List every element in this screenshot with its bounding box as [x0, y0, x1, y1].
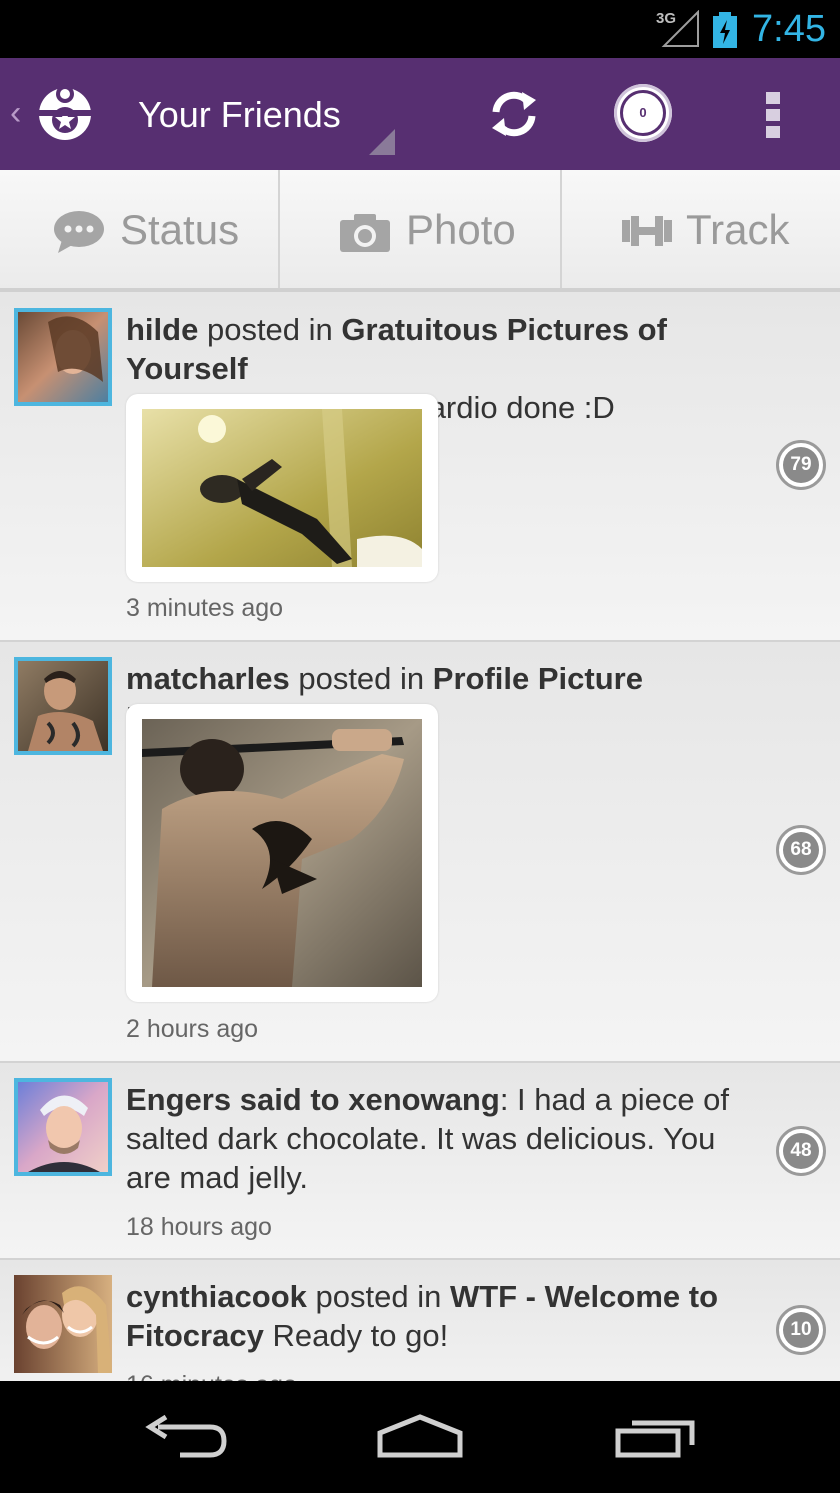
username-link[interactable]: Engers said to xenowang	[126, 1082, 500, 1117]
post-message: Ready to go!	[263, 1318, 449, 1353]
avatar[interactable]	[14, 308, 112, 406]
dropdown-triangle-icon[interactable]	[367, 127, 397, 157]
username-link[interactable]: matcharles	[126, 661, 290, 696]
tab-status[interactable]: Status	[0, 170, 278, 288]
timestamp: 16 minutes ago	[126, 1371, 297, 1381]
refresh-button[interactable]	[486, 86, 542, 142]
home-button[interactable]	[374, 1411, 466, 1461]
back-button[interactable]	[140, 1411, 230, 1461]
tab-track[interactable]: Track	[562, 170, 840, 288]
action-bar: ‹ Your Friends 0	[0, 58, 840, 170]
score-value: 48	[783, 1133, 819, 1169]
tab-track-label: Track	[686, 206, 790, 253]
tab-photo-label: Photo	[406, 206, 516, 253]
home-icon	[377, 1414, 463, 1458]
notification-count: 0	[620, 90, 666, 136]
score-badge[interactable]: 48	[776, 1126, 826, 1176]
feed-item[interactable]: Engers said to xenowang: I had a piece o…	[0, 1063, 840, 1260]
chat-bubble-icon	[54, 211, 104, 253]
page-title[interactable]: Your Friends	[138, 94, 341, 136]
feed-item[interactable]: cynthiacook posted in WTF - Welcome to F…	[0, 1260, 840, 1381]
tab-status-label: Status	[120, 206, 240, 253]
dumbbell-icon	[622, 216, 672, 246]
timestamp: 18 hours ago	[126, 1213, 272, 1241]
username-link[interactable]: hilde	[126, 312, 198, 347]
overflow-menu-icon[interactable]	[766, 92, 782, 140]
notification-badge[interactable]: 0	[614, 84, 672, 142]
post-text: cynthiacook posted in WTF - Welcome to F…	[126, 1277, 756, 1355]
score-badge[interactable]: 79	[776, 440, 826, 490]
refresh-icon	[492, 91, 536, 137]
score-value: 68	[783, 832, 819, 868]
activity-feed[interactable]: hilde posted in Gratuitous Pictures of Y…	[0, 292, 840, 1381]
timestamp: 3 minutes ago	[126, 594, 284, 622]
avatar[interactable]	[14, 657, 112, 755]
clock: 7:45	[752, 8, 826, 50]
score-value: 10	[783, 1312, 819, 1348]
score-badge[interactable]: 10	[776, 1305, 826, 1355]
battery-charging-icon	[713, 12, 737, 48]
score-value: 79	[783, 447, 819, 483]
score-badge[interactable]: 68	[776, 825, 826, 875]
fitocracy-logo-icon[interactable]	[36, 84, 94, 142]
post-photo[interactable]	[126, 704, 438, 1002]
camera-icon	[340, 214, 390, 252]
avatar[interactable]	[14, 1078, 112, 1176]
status-bar: 3G 7:45	[0, 0, 840, 58]
post-verb: posted in	[306, 1279, 450, 1314]
up-caret-icon[interactable]: ‹	[10, 94, 21, 133]
system-nav-bar	[0, 1381, 840, 1493]
feed-item[interactable]: matcharles posted in Profile Picture Hiv…	[0, 642, 840, 1063]
network-signal-icon: 3G	[656, 10, 700, 48]
compose-tabs: Status Photo Track	[0, 170, 840, 292]
post-photo[interactable]	[126, 394, 438, 582]
post-verb: posted in	[198, 312, 342, 347]
post-verb: posted in	[289, 661, 433, 696]
timestamp: 2 hours ago	[126, 1015, 259, 1043]
post-text: Engers said to xenowang: I had a piece o…	[126, 1080, 756, 1197]
recent-apps-button[interactable]	[612, 1411, 698, 1461]
username-link[interactable]: cynthiacook	[126, 1279, 307, 1314]
recent-apps-icon	[615, 1420, 695, 1458]
feed-item[interactable]: hilde posted in Gratuitous Pictures of Y…	[0, 292, 840, 642]
avatar[interactable]	[14, 1275, 112, 1373]
tab-photo[interactable]: Photo	[280, 170, 560, 288]
back-arrow-icon	[145, 1414, 227, 1458]
